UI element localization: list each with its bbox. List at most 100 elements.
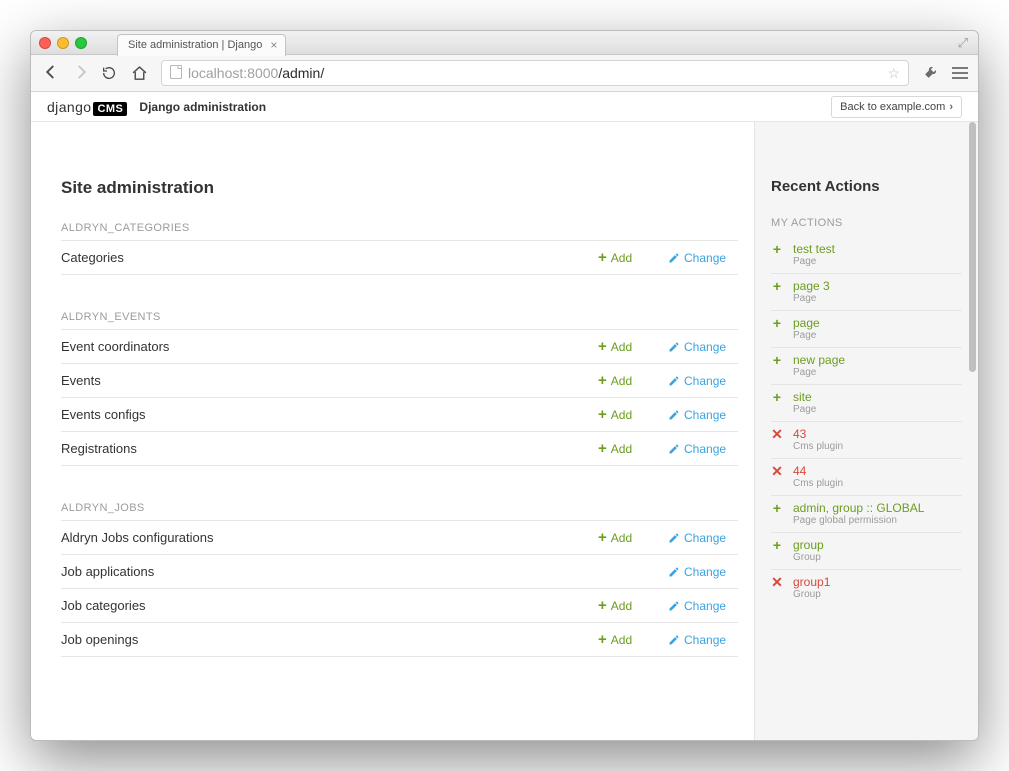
expand-icon[interactable]: ⤢ — [958, 35, 968, 51]
change-link[interactable]: Change — [668, 340, 738, 354]
back-button[interactable] — [41, 63, 61, 84]
delete-icon: ✕ — [771, 427, 783, 452]
add-link[interactable]: +Add — [598, 597, 668, 614]
plus-icon: + — [771, 538, 783, 563]
action-title: site — [793, 390, 816, 404]
back-to-site-button[interactable]: Back to example.com› — [831, 96, 962, 118]
zoom-window-button[interactable] — [75, 37, 87, 49]
delete-icon: ✕ — [771, 575, 783, 600]
recent-action-row[interactable]: + new pagePage — [771, 348, 962, 385]
recent-action-row[interactable]: +groupGroup — [771, 533, 962, 570]
action-title: admin, group :: GLOBAL — [793, 501, 924, 515]
plus-icon: + — [771, 279, 783, 304]
change-link[interactable]: Change — [668, 531, 738, 545]
add-link[interactable]: +Add — [598, 249, 668, 266]
plus-icon: + — [598, 597, 607, 614]
plus-icon: + — [771, 353, 783, 378]
forward-button[interactable] — [71, 63, 91, 84]
app-caption: ALDRYN_JOBS — [61, 502, 738, 521]
plus-icon: + — [598, 406, 607, 423]
home-button[interactable] — [131, 65, 151, 82]
action-subtitle: Page — [793, 404, 816, 415]
action-subtitle: Page — [793, 256, 835, 267]
plus-icon: + — [598, 372, 607, 389]
page-title: Site administration — [61, 178, 738, 198]
delete-icon: ✕ — [771, 464, 783, 489]
change-link[interactable]: Change — [668, 374, 738, 388]
model-row: Events configs+AddChange — [61, 398, 738, 432]
model-row: Event coordinators+AddChange — [61, 330, 738, 364]
action-title: page 3 — [793, 279, 830, 293]
model-link[interactable]: Event coordinators — [61, 339, 598, 354]
change-link[interactable]: Change — [668, 633, 738, 647]
recent-action-row[interactable]: +test testPage — [771, 237, 962, 274]
recent-action-row[interactable]: +sitePage — [771, 385, 962, 422]
model-link[interactable]: Categories — [61, 250, 598, 265]
app-section: ALDRYN_CATEGORIESCategories+AddChange — [61, 222, 738, 275]
add-link[interactable]: +Add — [598, 631, 668, 648]
add-link[interactable]: +Add — [598, 338, 668, 355]
menu-icon[interactable] — [952, 64, 968, 82]
add-link[interactable]: +Add — [598, 529, 668, 546]
app-caption: ALDRYN_CATEGORIES — [61, 222, 738, 241]
recent-action-row[interactable]: ✕44Cms plugin — [771, 459, 962, 496]
browser-toolbar: localhost:8000/admin/ ☆ — [31, 55, 978, 92]
model-row: Job applications Change — [61, 555, 738, 589]
recent-action-row[interactable]: +pagePage — [771, 311, 962, 348]
wrench-icon[interactable] — [923, 63, 940, 83]
action-subtitle: Page — [793, 367, 845, 378]
model-link[interactable]: Job openings — [61, 632, 598, 647]
change-link[interactable]: Change — [668, 565, 738, 579]
action-title: page — [793, 316, 820, 330]
recent-action-row[interactable]: ✕ 43Cms plugin — [771, 422, 962, 459]
close-tab-icon[interactable]: × — [270, 38, 277, 52]
action-subtitle: Page — [793, 293, 830, 304]
action-title: 43 — [793, 427, 843, 441]
plus-icon: + — [598, 249, 607, 266]
bookmark-star-icon[interactable]: ☆ — [887, 65, 900, 82]
minimize-window-button[interactable] — [57, 37, 69, 49]
add-link[interactable]: +Add — [598, 440, 668, 457]
scrollbar[interactable] — [969, 122, 976, 372]
model-link[interactable]: Job categories — [61, 598, 598, 613]
tab-title: Site administration | Django — [128, 39, 262, 51]
model-row: Registrations+AddChange — [61, 432, 738, 466]
action-title: group — [793, 538, 824, 552]
action-subtitle: Cms plugin — [793, 441, 843, 452]
model-row: Categories+AddChange — [61, 241, 738, 275]
page-icon — [170, 65, 182, 82]
model-link[interactable]: Job applications — [61, 564, 598, 579]
model-link[interactable]: Registrations — [61, 441, 598, 456]
action-title: group1 — [793, 575, 830, 589]
recent-action-row[interactable]: + page 3Page — [771, 274, 962, 311]
title-bar: Site administration | Django × ⤢ — [31, 31, 978, 55]
change-link[interactable]: Change — [668, 599, 738, 613]
page-content: djangoCMS Django administration Back to … — [31, 92, 978, 740]
model-link[interactable]: Events configs — [61, 407, 598, 422]
add-link[interactable]: +Add — [598, 406, 668, 423]
app-caption: ALDRYN_EVENTS — [61, 311, 738, 330]
action-title: new page — [793, 353, 845, 367]
model-link[interactable]: Events — [61, 373, 598, 388]
pencil-icon — [668, 252, 680, 264]
close-window-button[interactable] — [39, 37, 51, 49]
sidebar-title: Recent Actions — [771, 178, 962, 195]
chevron-right-icon: › — [949, 101, 953, 113]
plus-icon: + — [771, 242, 783, 267]
browser-window: Site administration | Django × ⤢ localho… — [30, 30, 979, 741]
reload-button[interactable] — [101, 65, 121, 81]
address-bar[interactable]: localhost:8000/admin/ ☆ — [161, 60, 909, 86]
browser-tab[interactable]: Site administration | Django × — [117, 34, 286, 56]
change-link[interactable]: Change — [668, 442, 738, 456]
change-link[interactable]: Change — [668, 408, 738, 422]
add-link[interactable]: +Add — [598, 372, 668, 389]
change-link[interactable]: Change — [668, 251, 738, 265]
pencil-icon — [668, 532, 680, 544]
sidebar-subtitle: MY ACTIONS — [771, 217, 962, 229]
plus-icon: + — [771, 501, 783, 526]
recent-action-row[interactable]: +admin, group :: GLOBALPage global permi… — [771, 496, 962, 533]
cms-toolbar: djangoCMS Django administration Back to … — [31, 92, 978, 122]
recent-action-row[interactable]: ✕group1Group — [771, 570, 962, 606]
action-subtitle: Cms plugin — [793, 478, 843, 489]
model-link[interactable]: Aldryn Jobs configurations — [61, 530, 598, 545]
